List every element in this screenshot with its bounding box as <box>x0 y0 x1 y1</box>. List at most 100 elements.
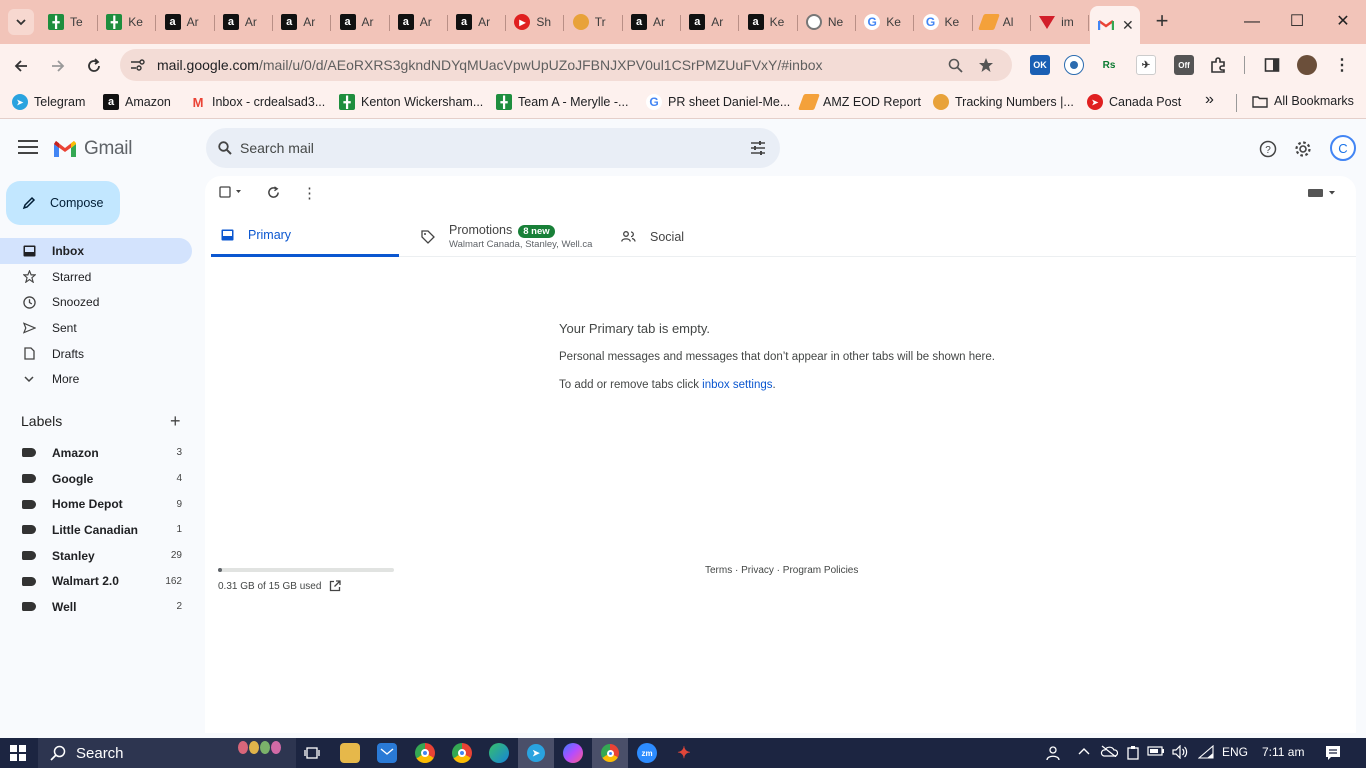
browser-tab[interactable]: ▶ Sh <box>506 8 565 36</box>
browser-tab[interactable]: ╋ Te <box>40 8 98 36</box>
profile-avatar-icon[interactable] <box>1297 55 1317 75</box>
bookmark-amazon[interactable]: a Amazon <box>103 94 171 110</box>
tab-gmail-active[interactable]: ✕ <box>1090 6 1140 44</box>
gmail-logo[interactable]: Gmail <box>52 138 132 160</box>
label-item[interactable]: Walmart 2.0 162 <box>0 568 192 594</box>
browser-tab[interactable]: im <box>1031 8 1090 36</box>
zoom-app-icon[interactable]: zm <box>637 743 657 763</box>
browser-tab[interactable]: a Ar <box>215 8 273 36</box>
footer-links[interactable]: Terms · Privacy · Program Policies <box>705 565 858 576</box>
nav-drafts[interactable]: Drafts <box>0 341 192 367</box>
language-indicator[interactable]: ENG <box>1222 745 1248 759</box>
bookmark-telegram[interactable]: ➤ Telegram <box>12 94 85 110</box>
extensions-puzzle-icon[interactable] <box>1208 55 1228 75</box>
reload-button[interactable] <box>81 53 107 79</box>
settings-gear-icon[interactable] <box>1292 138 1314 160</box>
browser-tab[interactable]: Ne <box>798 8 856 36</box>
refresh-icon[interactable] <box>267 186 280 199</box>
label-item[interactable]: Little Canadian 1 <box>0 517 192 543</box>
search-input[interactable]: Search mail <box>240 140 314 156</box>
nav-snoozed[interactable]: Snoozed <box>0 289 192 315</box>
windows-start-icon[interactable] <box>10 745 26 761</box>
nav-sent[interactable]: Sent <box>0 315 192 341</box>
site-info-icon[interactable] <box>130 58 146 72</box>
search-bar[interactable]: Search mail <box>206 128 780 168</box>
search-icon[interactable] <box>218 141 232 155</box>
bookmark-kenton[interactable]: ╋ Kenton Wickersham... <box>339 94 483 110</box>
label-item[interactable]: Stanley 29 <box>0 543 192 569</box>
maximize-button[interactable]: ☐ <box>1285 10 1309 34</box>
back-button[interactable] <box>8 53 34 79</box>
compose-button[interactable]: Compose <box>6 181 120 225</box>
browser-tab[interactable]: a Ar <box>157 8 215 36</box>
bookmark-amz-eod[interactable]: AMZ EOD Report <box>798 94 921 110</box>
ext-rs-icon[interactable]: Rs <box>1099 55 1119 75</box>
volume-icon[interactable] <box>1172 744 1188 762</box>
browser-tab[interactable]: a Ar <box>332 8 390 36</box>
chevron-up-icon[interactable] <box>1077 745 1091 759</box>
browser-tab[interactable]: a Ar <box>623 8 681 36</box>
browser-tab[interactable]: Al <box>973 8 1031 36</box>
browser-tab[interactable]: a Ke <box>740 8 798 36</box>
nav-inbox[interactable]: Inbox <box>0 238 192 264</box>
wifi-icon[interactable] <box>1197 744 1214 762</box>
address-bar[interactable]: mail.google.com/mail/u/0/d/AEoRXRS3gkndN… <box>120 49 1012 81</box>
label-item[interactable]: Google 4 <box>0 466 192 492</box>
forward-button[interactable] <box>45 53 71 79</box>
nav-starred[interactable]: Starred <box>0 264 192 290</box>
bookmark-star-icon[interactable] <box>978 57 994 73</box>
all-bookmarks-button[interactable]: All Bookmarks <box>1252 94 1354 108</box>
browser-tab[interactable]: ╋ Ke <box>98 8 157 36</box>
notifications-icon[interactable] <box>1325 745 1341 764</box>
browser-tab[interactable]: a Ar <box>448 8 507 36</box>
select-all-checkbox[interactable] <box>219 186 243 198</box>
label-item[interactable]: Home Depot 9 <box>0 491 192 517</box>
minimize-button[interactable]: — <box>1240 10 1264 34</box>
telegram-taskbar-button[interactable]: ➤ <box>518 738 554 768</box>
ext-ok-icon[interactable]: OK <box>1030 55 1050 75</box>
bookmark-pr-sheet[interactable]: G PR sheet Daniel-Me... <box>646 94 790 110</box>
more-options-icon[interactable]: ⋮ <box>302 184 317 202</box>
tab-primary[interactable]: Primary <box>211 216 399 257</box>
new-tab-button[interactable]: + <box>1150 10 1174 34</box>
inbox-settings-link[interactable]: inbox settings <box>702 379 772 391</box>
label-item[interactable]: Well 2 <box>0 594 192 620</box>
close-icon[interactable]: ✕ <box>1122 17 1134 34</box>
label-item[interactable]: Amazon 3 <box>0 440 192 466</box>
account-avatar[interactable]: C <box>1330 135 1356 161</box>
ext-off-icon[interactable]: Off <box>1174 55 1194 75</box>
chrome-active-taskbar-button[interactable] <box>592 738 628 768</box>
url-text[interactable]: mail.google.com/mail/u/0/d/AEoRXRS3gkndN… <box>157 57 823 73</box>
ext-globe-icon[interactable] <box>1064 55 1084 75</box>
browser-tab[interactable]: Tr <box>565 8 623 36</box>
main-menu-icon[interactable] <box>18 137 38 157</box>
tab-social[interactable]: Social <box>611 216 791 257</box>
external-link-icon[interactable] <box>329 580 342 592</box>
input-tools-keyboard-icon[interactable] <box>1308 188 1336 198</box>
mail-app-icon[interactable] <box>377 743 397 763</box>
chrome-icon[interactable] <box>415 743 435 763</box>
close-window-button[interactable]: ✕ <box>1331 10 1355 34</box>
browser-tab[interactable]: a Ar <box>390 8 448 36</box>
chrome-profile-icon[interactable] <box>452 743 472 763</box>
onedrive-icon[interactable] <box>1100 745 1119 760</box>
browser-tab[interactable]: a Ar <box>681 8 740 36</box>
device-icon[interactable] <box>1126 745 1140 764</box>
more-bookmarks-button[interactable]: » <box>1205 91 1214 109</box>
side-panel-icon[interactable] <box>1262 55 1282 75</box>
battery-icon[interactable] <box>1147 745 1165 760</box>
browser-tab[interactable]: G Ke <box>915 8 973 36</box>
browser-tab[interactable]: a Ar <box>273 8 332 36</box>
ext-plane-icon[interactable]: ✈ <box>1136 55 1156 75</box>
help-icon[interactable]: ? <box>1257 138 1279 160</box>
pinned-app-icon[interactable]: ✦ <box>674 743 694 763</box>
zoom-icon[interactable] <box>948 58 963 73</box>
bookmark-tracking[interactable]: Tracking Numbers |... <box>933 94 1074 110</box>
task-view-icon[interactable] <box>302 743 322 763</box>
bookmark-canada-post[interactable]: ➤ Canada Post <box>1087 94 1181 110</box>
nav-more[interactable]: More <box>0 366 192 392</box>
browser-menu-icon[interactable]: ⋮ <box>1332 55 1352 75</box>
add-label-button[interactable]: + <box>170 412 181 430</box>
bookmark-team-a[interactable]: ╋ Team A - Merylle -... <box>496 94 628 110</box>
taskbar-search[interactable]: Search <box>38 738 296 768</box>
